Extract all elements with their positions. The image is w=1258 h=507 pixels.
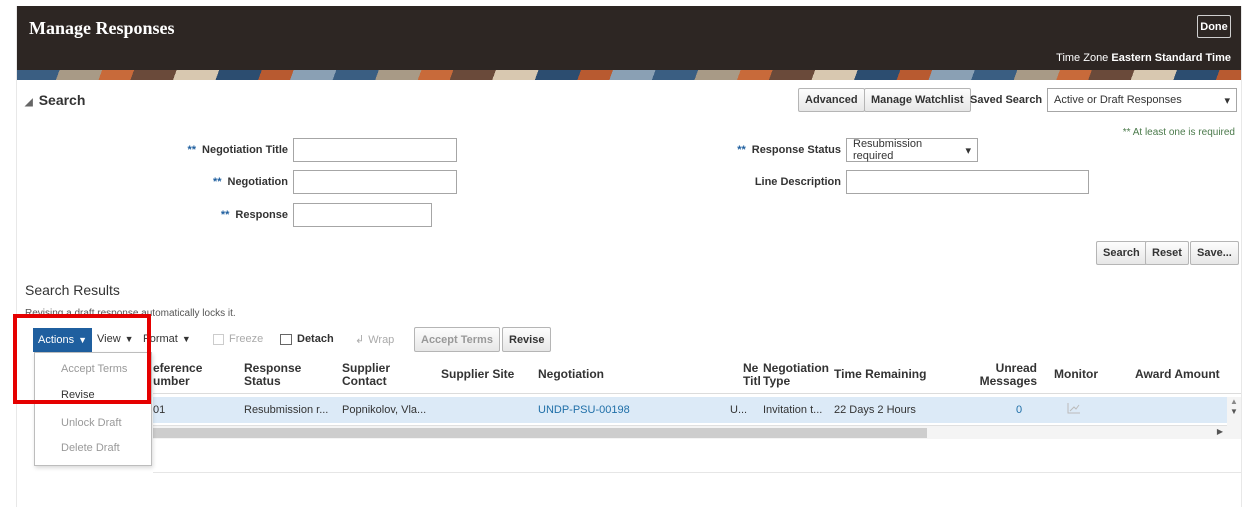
table-row[interactable]: 01 Resubmission r... Popnikolov, Vla... …	[153, 397, 1227, 423]
cell-negotiation-type: Invitation t...	[763, 404, 823, 416]
freeze-label: Freeze	[229, 333, 264, 345]
response-input[interactable]	[293, 203, 432, 227]
column-negotiation[interactable]: Negotiation	[538, 368, 604, 381]
wrap-button[interactable]: ↲ Wrap	[355, 333, 395, 347]
menu-item-unlock-draft[interactable]: Unlock Draft	[61, 417, 122, 429]
cell-time-remaining: 22 Days 2 Hours	[834, 404, 916, 416]
line-description-label: Line Description	[754, 176, 841, 188]
timezone-value: Eastern Standard Time	[1111, 52, 1231, 64]
column-label: Response	[244, 361, 302, 375]
negotiation-input[interactable]	[293, 170, 457, 194]
highlight-annotation-box	[13, 314, 151, 404]
column-label: eference	[153, 361, 203, 375]
timezone-label: Time Zone	[1056, 52, 1109, 64]
scroll-right-icon[interactable]: ▶	[1217, 427, 1223, 436]
negotiation-label-text: Negotiation	[227, 176, 289, 188]
saved-search-value: Active or Draft Responses	[1054, 94, 1182, 106]
column-unread-messages[interactable]: Unread Messages	[965, 362, 1037, 388]
search-section-title: Search	[38, 92, 86, 108]
save-button[interactable]: Save...	[1190, 241, 1239, 265]
column-supplier-contact[interactable]: Supplier Contact	[342, 362, 390, 388]
required-marker: **	[187, 144, 197, 156]
wrap-label: Wrap	[368, 333, 395, 346]
required-marker: **	[737, 144, 746, 156]
column-award-amount[interactable]: Award Amount	[1135, 368, 1220, 381]
column-label: Type	[763, 374, 791, 388]
wrap-icon: ↲	[355, 334, 365, 346]
column-time-remaining[interactable]: Time Remaining	[834, 368, 926, 381]
column-reference-number[interactable]: eference umber	[153, 362, 202, 388]
detach-button[interactable]: Detach	[280, 333, 334, 345]
column-label: Ne	[743, 361, 759, 375]
search-button[interactable]: Search	[1096, 241, 1147, 265]
column-supplier-site[interactable]: Supplier Site	[441, 368, 514, 381]
freeze-button[interactable]: Freeze	[213, 333, 263, 345]
column-response-status[interactable]: Response Status	[244, 362, 301, 388]
detach-label: Detach	[297, 333, 334, 345]
saved-search-label: Saved Search	[970, 94, 1043, 106]
menu-item-delete-draft[interactable]: Delete Draft	[61, 442, 120, 454]
negotiation-link[interactable]: UNDP-PSU-00198	[538, 404, 630, 416]
column-label: Unread	[995, 361, 1037, 375]
column-label: Titl	[743, 374, 761, 388]
search-section-header[interactable]: ◢ Search	[25, 92, 85, 108]
advanced-button[interactable]: Advanced	[798, 88, 865, 112]
required-marker: **	[212, 176, 222, 188]
negotiation-label: ** Negotiation	[157, 176, 288, 188]
cell-supplier-contact: Popnikolov, Vla...	[342, 404, 427, 416]
freeze-icon	[213, 333, 224, 345]
collapse-triangle-icon[interactable]: ◢	[25, 97, 33, 108]
response-status-value: Resubmission required	[853, 138, 923, 162]
horizontal-scrollbar[interactable]: ▶	[153, 425, 1227, 439]
accept-terms-button[interactable]: Accept Terms	[414, 327, 500, 352]
reset-button[interactable]: Reset	[1145, 241, 1189, 265]
column-label: Supplier	[342, 361, 391, 375]
revise-button[interactable]: Revise	[502, 327, 552, 352]
column-label: umber	[153, 374, 190, 388]
page-frame: Manage Responses Done Time Zone Eastern …	[16, 6, 1242, 507]
horizontal-scroll-thumb[interactable]	[153, 428, 927, 438]
column-ne-title[interactable]: Ne Titl	[743, 362, 761, 388]
results-table-header: eference umber Response Status Supplier Con…	[153, 356, 1241, 394]
unread-messages-link[interactable]: 0	[1016, 404, 1022, 416]
decorative-banner	[17, 70, 1241, 80]
timezone-display: Time Zone Eastern Standard Time	[1056, 52, 1231, 64]
column-label: Messages	[979, 374, 1037, 388]
monitor-chart-icon[interactable]	[1067, 402, 1081, 417]
column-label: Contact	[342, 374, 387, 388]
app-header: Manage Responses Done Time Zone Eastern …	[17, 6, 1241, 70]
response-label: ** Response	[157, 209, 288, 221]
column-monitor[interactable]: Monitor	[1054, 368, 1098, 381]
caret-down-icon: ▼	[181, 334, 191, 344]
dropdown-arrow-icon: ▾	[1224, 94, 1230, 107]
negotiation-title-input[interactable]	[293, 138, 457, 162]
negotiation-title-label-text: Negotiation Title	[202, 144, 288, 156]
response-status-label: ** Response Status	[717, 144, 841, 156]
done-button[interactable]: Done	[1197, 15, 1231, 38]
manage-watchlist-button[interactable]: Manage Watchlist	[864, 88, 971, 112]
dropdown-arrow-icon: ▾	[965, 144, 971, 157]
negotiation-title-label: ** Negotiation Title	[157, 144, 288, 156]
required-note: ** At least one is required	[1122, 127, 1235, 138]
page-title: Manage Responses	[29, 18, 175, 38]
column-label: Negotiation	[763, 361, 829, 375]
response-status-label-text: Response Status	[751, 144, 841, 156]
line-description-input[interactable]	[846, 170, 1089, 194]
cell-reference-number: 01	[153, 404, 166, 416]
cell-ne-title: U...	[730, 404, 748, 416]
search-results-title: Search Results	[25, 282, 120, 298]
scroll-up-icon[interactable]: ▲	[1230, 397, 1238, 406]
vertical-scrollbar[interactable]: ▲ ▼	[1227, 397, 1241, 439]
column-negotiation-type[interactable]: Negotiation Type	[763, 362, 829, 388]
response-status-select[interactable]: Resubmission required ▾	[846, 138, 978, 162]
column-label: Status	[244, 374, 281, 388]
section-divider	[153, 472, 1241, 473]
required-marker: **	[220, 209, 230, 221]
detach-icon	[280, 333, 292, 345]
response-label-text: Response	[235, 209, 288, 221]
scroll-down-icon[interactable]: ▼	[1230, 407, 1238, 416]
cell-response-status: Resubmission r...	[244, 404, 329, 416]
saved-search-select[interactable]: Active or Draft Responses ▾	[1047, 88, 1237, 112]
